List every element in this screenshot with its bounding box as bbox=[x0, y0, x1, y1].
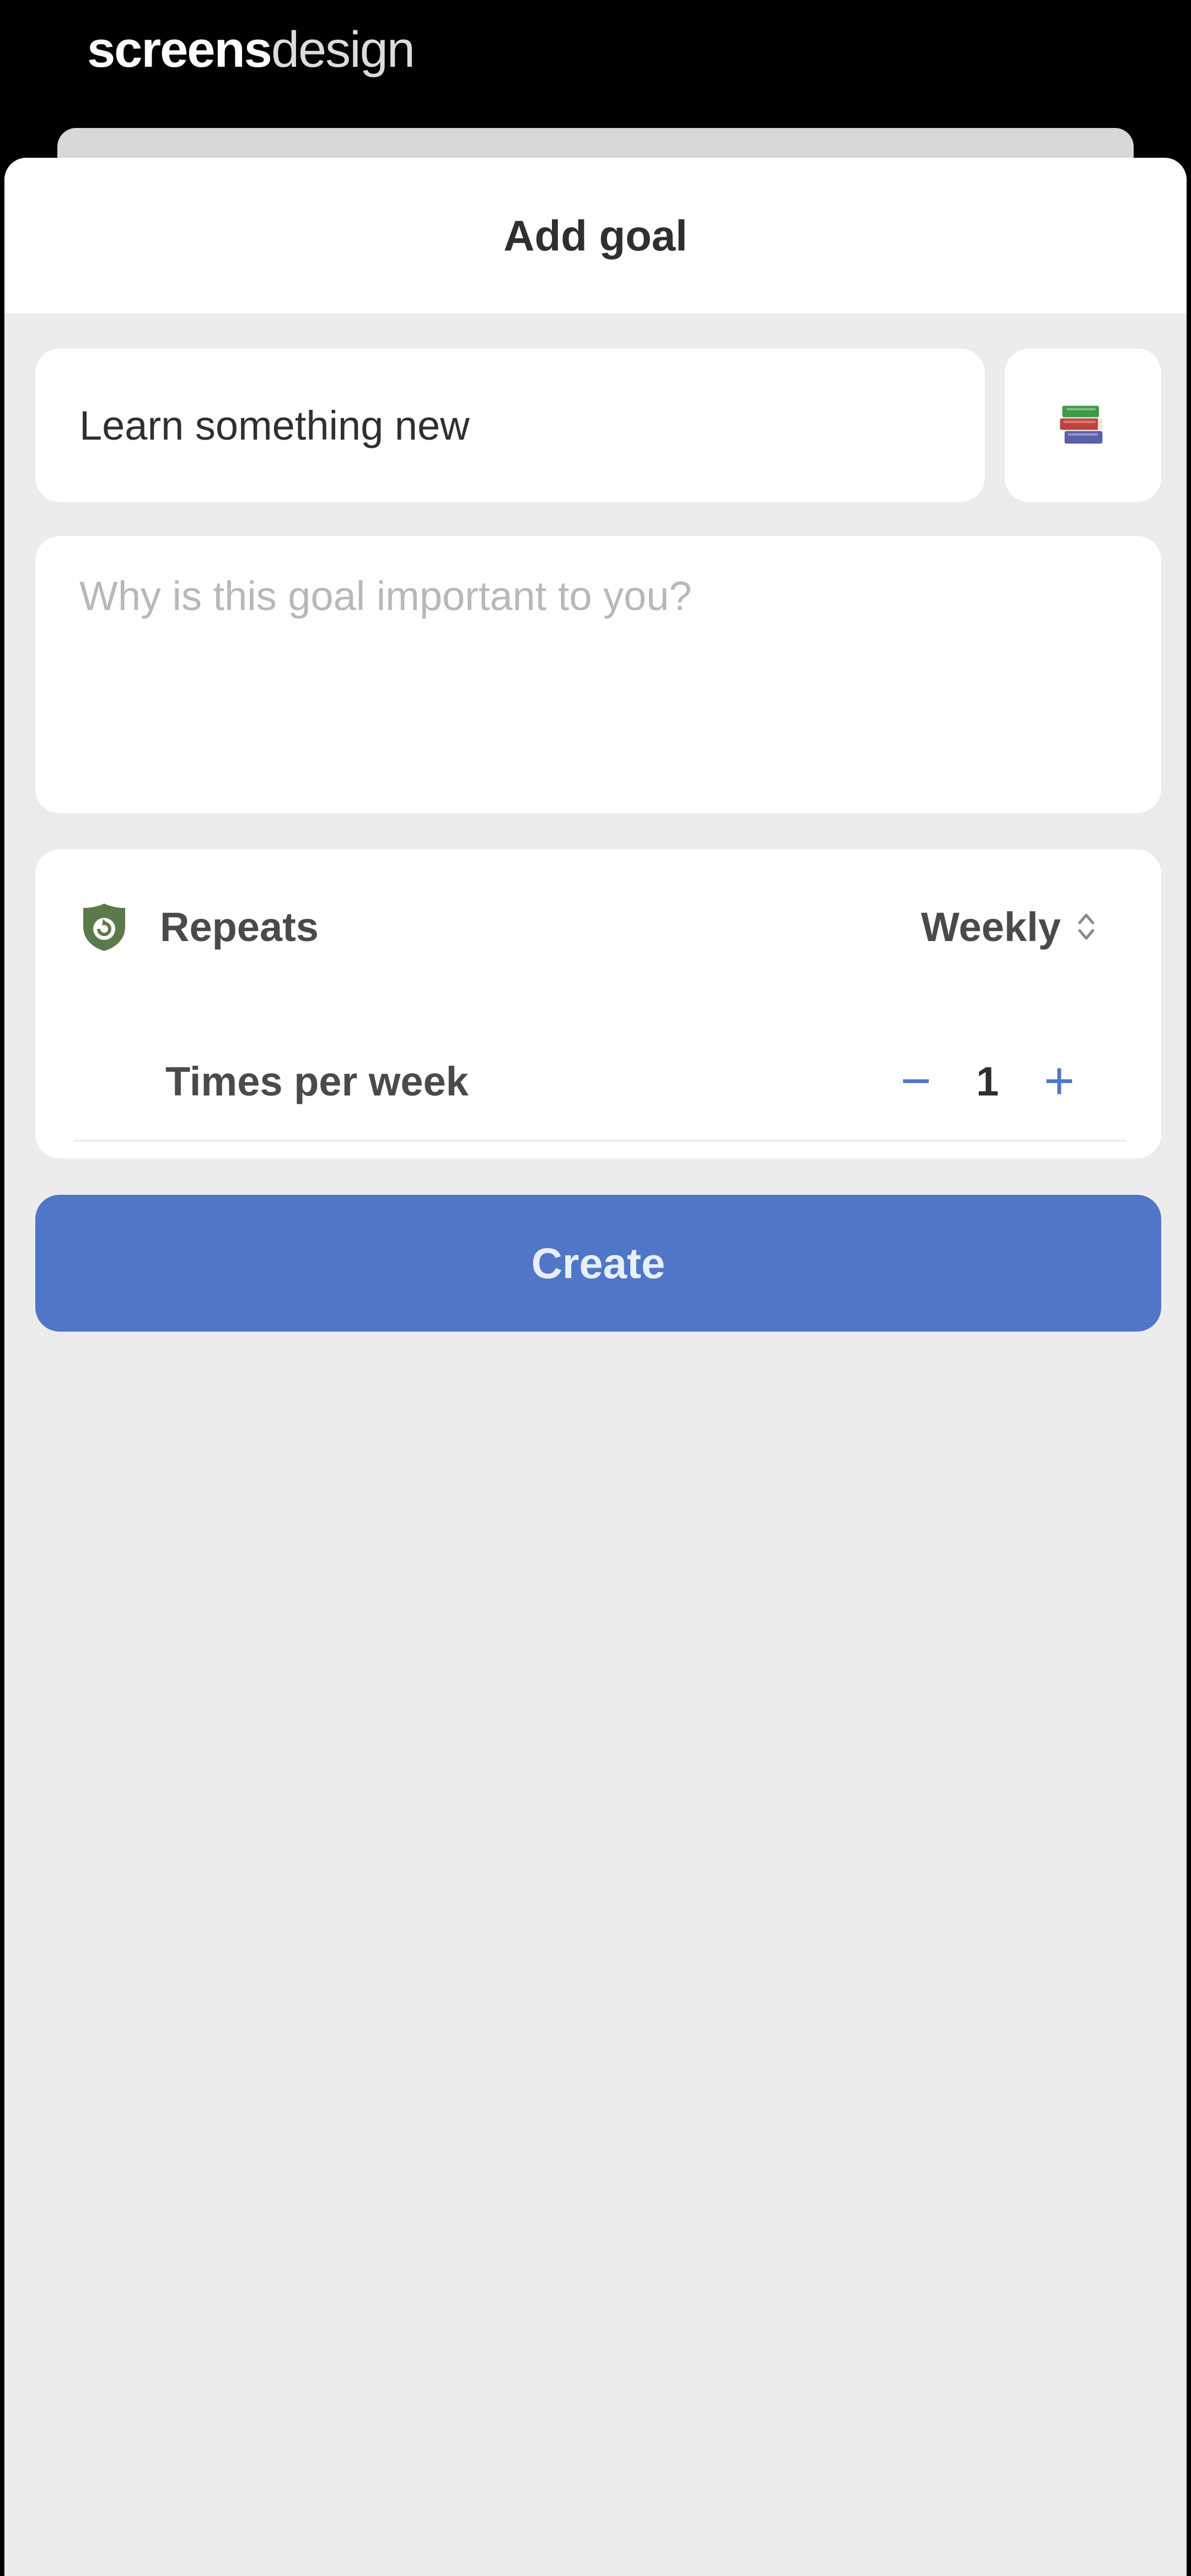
why-important-field[interactable]: Why is this goal important to you? bbox=[35, 536, 1161, 813]
goal-name-value: Learn something new bbox=[79, 402, 470, 448]
times-per-week-row: Times per week − 1 + bbox=[35, 1004, 1161, 1158]
chevron-up-down-icon bbox=[1075, 907, 1097, 946]
times-per-week-value: 1 bbox=[976, 1058, 999, 1104]
increment-button[interactable]: + bbox=[1034, 1055, 1084, 1108]
repeat-settings-card: Repeats Weekly Times per week − 1 + bbox=[35, 849, 1161, 1158]
sheet-header: Add goal bbox=[4, 158, 1187, 313]
goal-icon-picker[interactable] bbox=[1005, 349, 1161, 502]
decrement-button[interactable]: − bbox=[891, 1055, 941, 1108]
add-goal-sheet: Add goal Learn something new Why is this… bbox=[4, 158, 1187, 2576]
goal-name-field[interactable]: Learn something new bbox=[35, 349, 985, 502]
brand-watermark: screensdesign bbox=[87, 22, 415, 78]
brand-part-2: design bbox=[271, 22, 415, 78]
repeats-select[interactable]: Weekly bbox=[921, 904, 1097, 950]
repeats-value: Weekly bbox=[921, 904, 1061, 950]
create-button-label: Create bbox=[531, 1238, 666, 1287]
sheet-title: Add goal bbox=[503, 211, 688, 260]
why-important-placeholder: Why is this goal important to you? bbox=[79, 573, 692, 619]
brand-part-1: screens bbox=[87, 22, 272, 78]
repeats-row[interactable]: Repeats Weekly bbox=[35, 849, 1161, 1004]
repeat-badge-icon bbox=[74, 896, 135, 957]
create-button[interactable]: Create bbox=[35, 1195, 1161, 1332]
books-emoji-icon bbox=[1054, 397, 1112, 454]
times-per-week-label: Times per week bbox=[165, 1058, 469, 1104]
times-per-week-stepper: − 1 + bbox=[891, 1055, 1084, 1108]
repeats-label: Repeats bbox=[160, 904, 319, 950]
